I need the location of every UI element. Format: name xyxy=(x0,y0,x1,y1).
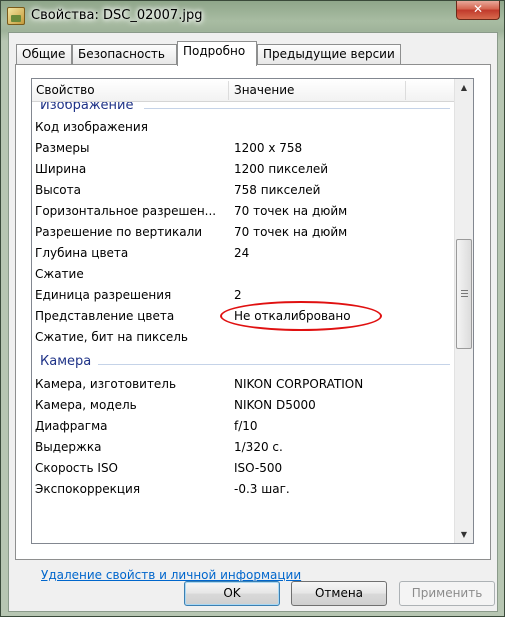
property-name: Экспокоррекция xyxy=(35,482,141,496)
property-rows: Изображение Код изображения Размеры 1200… xyxy=(32,102,454,543)
property-name: Камера, изготовитель xyxy=(35,377,177,391)
property-value: NIKON CORPORATION xyxy=(234,377,364,391)
property-value: 758 пикселей xyxy=(234,183,321,197)
tab-security[interactable]: Безопасность xyxy=(72,44,177,65)
scrollbar-thumb[interactable] xyxy=(456,239,472,349)
cancel-button[interactable]: Отмена xyxy=(291,581,387,606)
table-row[interactable]: Диафрагма f/10 xyxy=(32,416,454,437)
property-value: NIKON D5000 xyxy=(234,398,316,412)
property-name: Высота xyxy=(35,183,81,197)
ok-button[interactable]: OK xyxy=(184,581,280,606)
property-name: Единица разрешения xyxy=(35,288,172,302)
group-label-camera: Камера xyxy=(40,354,92,369)
table-row[interactable]: Выдержка 1/320 с. xyxy=(32,437,454,458)
table-row[interactable]: Глубина цвета 24 xyxy=(32,243,454,264)
scroll-down-arrow-icon[interactable]: ▼ xyxy=(455,526,473,543)
vertical-scrollbar[interactable]: ▲ ▼ xyxy=(454,79,473,543)
property-name: Глубина цвета xyxy=(35,246,129,260)
property-value: f/10 xyxy=(234,419,258,433)
property-value: 1200 x 758 xyxy=(234,141,303,155)
table-row[interactable]: Камера, изготовитель NIKON CORPORATION xyxy=(32,374,454,395)
property-name: Сжатие xyxy=(35,267,84,281)
group-divider xyxy=(98,364,450,365)
close-button[interactable]: ✕ xyxy=(456,1,500,20)
property-value: 70 точек на дюйм xyxy=(234,204,348,218)
property-value: 24 xyxy=(234,246,250,260)
property-value: ISO-500 xyxy=(234,461,283,475)
scroll-up-arrow-icon[interactable]: ▲ xyxy=(455,79,473,96)
table-row[interactable]: Сжатие, бит на пиксель xyxy=(32,327,454,348)
group-camera: Камера xyxy=(32,354,454,374)
remove-properties-link[interactable]: Удаление свойств и личной информации xyxy=(41,568,301,582)
property-name: Разрешение по вертикали xyxy=(35,225,203,239)
group-label-image: Изображение xyxy=(40,102,134,113)
grip-icon xyxy=(461,290,468,297)
properties-window: Свойства: DSC_02007.jpg ✕ Общие Безопасн… xyxy=(0,0,505,617)
property-list[interactable]: Свойство Значение Изображение Код изобра… xyxy=(31,78,474,544)
property-name: Представление цвета xyxy=(35,309,175,323)
group-divider xyxy=(144,108,450,109)
tab-details[interactable]: Подробно xyxy=(177,41,257,66)
property-name: Ширина xyxy=(35,162,87,176)
property-value: 1/320 с. xyxy=(234,440,283,454)
window-title: Свойства: DSC_02007.jpg xyxy=(31,8,203,23)
table-row[interactable]: Камера, модель NIKON D5000 xyxy=(32,395,454,416)
table-row[interactable]: Горизонтальное разрешен... 70 точек на д… xyxy=(32,201,454,222)
property-value: 2 xyxy=(234,288,242,302)
property-value: -0.3 шаг. xyxy=(234,482,290,496)
table-row[interactable]: Скорость ISO ISO-500 xyxy=(32,458,454,479)
title-bar[interactable]: Свойства: DSC_02007.jpg ✕ xyxy=(1,1,504,33)
tab-previous-versions[interactable]: Предыдущие версии xyxy=(257,44,401,65)
annotation-ellipse xyxy=(220,301,382,331)
column-header: Свойство Значение xyxy=(32,79,454,102)
table-row[interactable]: Код изображения xyxy=(32,117,454,138)
apply-button[interactable]: Применить xyxy=(399,581,495,606)
property-name: Код изображения xyxy=(35,120,148,134)
property-name: Выдержка xyxy=(35,440,102,454)
property-name: Камера, модель xyxy=(35,398,137,412)
dialog-client-area: Общие Безопасность Подробно Предыдущие в… xyxy=(8,32,498,612)
image-file-icon xyxy=(7,7,25,25)
table-row[interactable]: Сжатие xyxy=(32,264,454,285)
property-value: 1200 пикселей xyxy=(234,162,329,176)
tab-general[interactable]: Общие xyxy=(16,44,72,65)
table-row[interactable]: Высота 758 пикселей xyxy=(32,180,454,201)
property-name: Диафрагма xyxy=(35,419,108,433)
property-name: Горизонтальное разрешен... xyxy=(35,204,217,218)
table-row[interactable]: Единица разрешения 2 xyxy=(32,285,454,306)
details-panel: Свойство Значение Изображение Код изобра… xyxy=(15,64,491,582)
table-row[interactable]: Экспокоррекция -0.3 шаг. xyxy=(32,479,454,500)
group-image: Изображение xyxy=(32,102,454,118)
property-name: Сжатие, бит на пиксель xyxy=(35,330,188,344)
column-divider[interactable] xyxy=(405,81,406,100)
table-row[interactable]: Ширина 1200 пикселей xyxy=(32,159,454,180)
column-header-value[interactable]: Значение xyxy=(234,83,294,97)
table-row[interactable]: Размеры 1200 x 758 xyxy=(32,138,454,159)
column-divider[interactable] xyxy=(228,81,229,100)
column-header-property[interactable]: Свойство xyxy=(36,83,95,97)
property-value: 70 точек на дюйм xyxy=(234,225,348,239)
table-row[interactable]: Разрешение по вертикали 70 точек на дюйм xyxy=(32,222,454,243)
property-name: Скорость ISO xyxy=(35,461,119,475)
property-name: Размеры xyxy=(35,141,90,155)
